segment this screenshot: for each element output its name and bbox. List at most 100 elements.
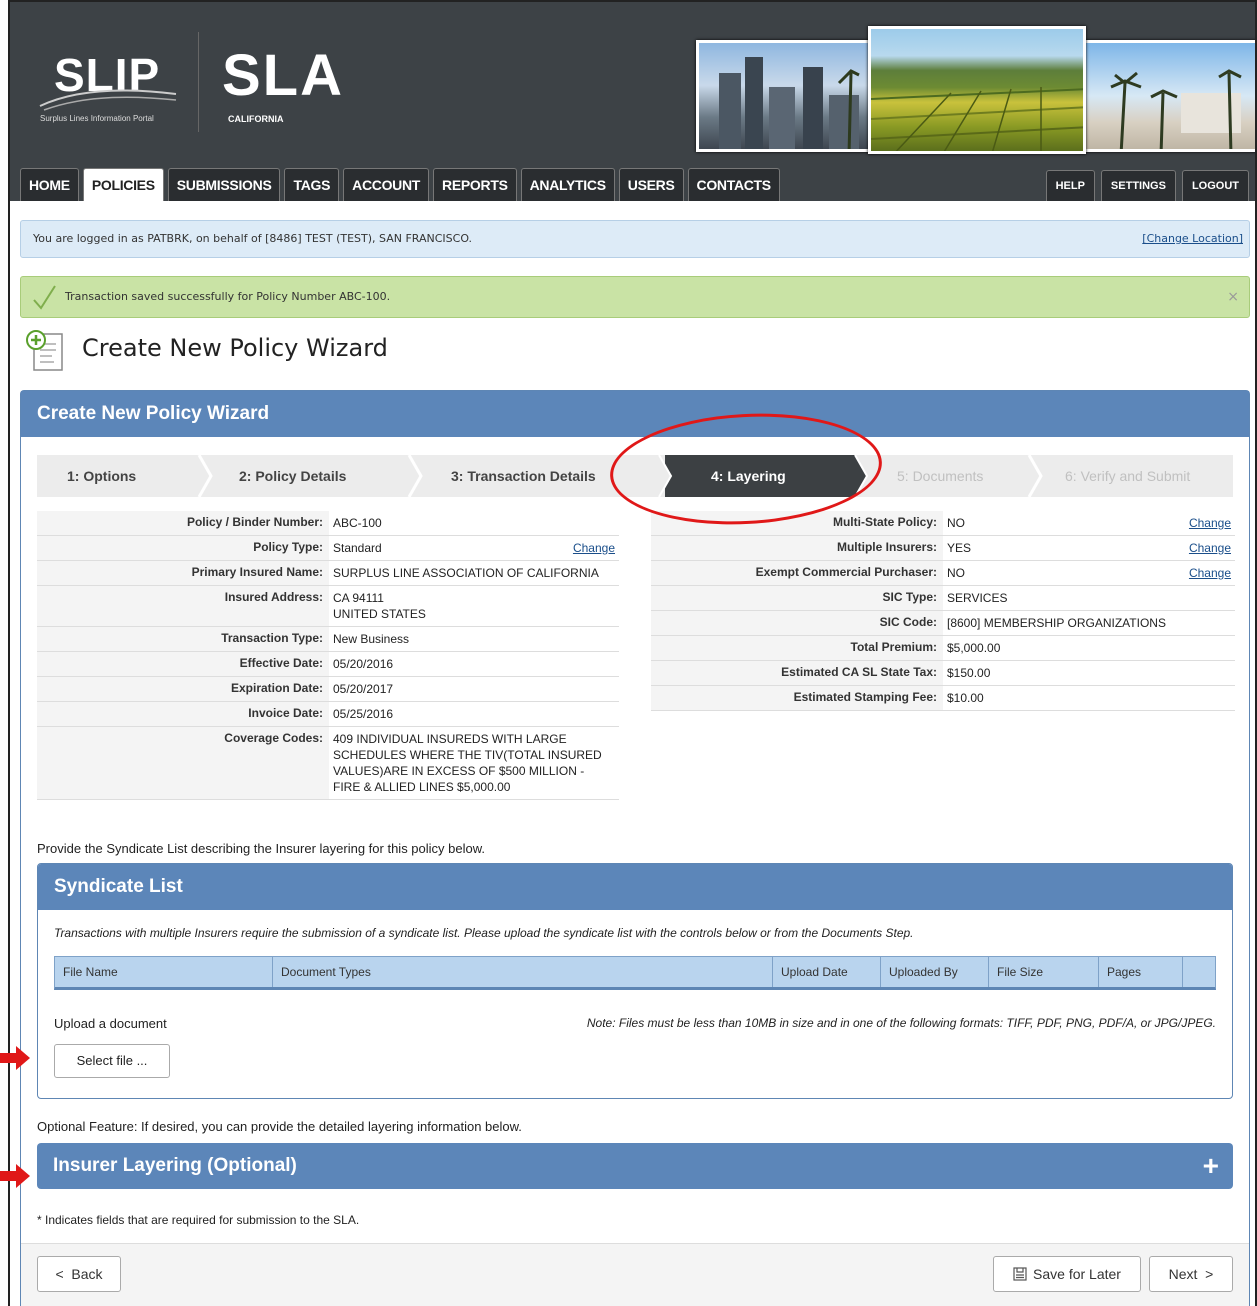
vineyard-photo: [868, 26, 1086, 154]
detail-row: Policy / Binder Number: ABC-100: [37, 511, 619, 536]
change-exempt-purchaser-link[interactable]: Change: [1189, 565, 1231, 581]
site-header: SLIP Surplus Lines Information Portal SL…: [10, 2, 1255, 201]
detail-value: SURPLUS LINE ASSOCIATION OF CALIFORNIA: [329, 561, 619, 585]
detail-row: Primary Insured Name: SURPLUS LINE ASSOCI…: [37, 561, 619, 586]
page-title: Create New Policy Wizard: [82, 334, 388, 362]
column-header-document-types[interactable]: Document Types: [273, 957, 773, 987]
detail-label: Estimated Stamping Fee:: [651, 686, 943, 710]
nav-tab-users[interactable]: USERS: [618, 168, 684, 201]
detail-row: Effective Date: 05/20/2016: [37, 652, 619, 677]
detail-value: [8600] MEMBERSHIP ORGANIZATIONS: [943, 611, 1235, 635]
checkmark-icon: [33, 285, 56, 310]
nav-tab-account[interactable]: ACCOUNT: [343, 168, 430, 201]
close-icon[interactable]: ×: [1227, 277, 1239, 317]
layering-prompt: Optional Feature: If desired, you can pr…: [37, 1119, 522, 1134]
syndicate-prompt: Provide the Syndicate List describing th…: [37, 841, 486, 856]
detail-value: 409 INDIVIDUAL INSUREDS WITH LARGE SCHED…: [329, 727, 619, 799]
change-location-link[interactable]: [Change Location]: [1142, 221, 1243, 257]
change-multistate-link[interactable]: Change: [1189, 515, 1231, 531]
detail-label: Effective Date:: [37, 652, 329, 676]
step-options[interactable]: 1: Options: [37, 455, 205, 497]
detail-row: Estimated Stamping Fee: $10.00: [651, 686, 1235, 711]
city-skyline-icon: [719, 57, 860, 149]
swoosh-icon: [39, 89, 177, 111]
palm-trees-icon: [1110, 69, 1242, 149]
sla-logo[interactable]: SLA CALIFORNIA: [218, 42, 358, 132]
nav-tab-submissions[interactable]: SUBMISSIONS: [167, 168, 281, 201]
column-header-uploaded-by[interactable]: Uploaded By: [881, 957, 989, 987]
detail-row: Total Premium: $5,000.00: [651, 636, 1235, 661]
step-documents[interactable]: 5: Documents: [855, 455, 1035, 497]
expand-plus-icon[interactable]: +: [1203, 1143, 1219, 1189]
slip-tagline: Surplus Lines Information Portal: [40, 114, 154, 123]
success-text: Transaction saved successfully for Polic…: [65, 290, 391, 303]
column-header-actions: [1183, 957, 1215, 987]
success-alert: Transaction saved successfully for Polic…: [20, 276, 1250, 318]
step-verify-submit[interactable]: 6: Verify and Submit: [1035, 455, 1233, 497]
upload-label: Upload a document: [54, 1016, 167, 1031]
login-info-text: You are logged in as PATBRK, on behalf o…: [33, 232, 473, 245]
beach-photo: [1078, 40, 1255, 152]
detail-row: Estimated CA SL State Tax: $150.00: [651, 661, 1235, 686]
detail-value: Standard Change: [329, 536, 619, 560]
syndicate-list-panel: Syndicate List Transactions with multipl…: [37, 863, 1233, 1099]
column-header-pages[interactable]: Pages: [1099, 957, 1183, 987]
column-header-file-size[interactable]: File Size: [989, 957, 1099, 987]
panel-title: Create New Policy Wizard: [21, 391, 1249, 437]
detail-row: Coverage Codes: 409 INDIVIDUAL INSUREDS W…: [37, 727, 619, 800]
policy-details-right: Multi-State Policy: NO Change Multiple Ins…: [651, 511, 1235, 711]
city-photo: [696, 40, 876, 152]
detail-label: Coverage Codes:: [37, 727, 329, 799]
syndicate-title: Syndicate List: [38, 864, 1232, 910]
step-separator-icon: [197, 455, 213, 497]
chevron-left-icon: <: [55, 1266, 72, 1282]
detail-value: New Business: [329, 627, 619, 651]
detail-label: Expiration Date:: [37, 677, 329, 701]
detail-label: Estimated CA SL State Tax:: [651, 661, 943, 685]
wizard-footer: < Back Save for Later Next >: [21, 1243, 1249, 1306]
next-button[interactable]: Next >: [1149, 1256, 1233, 1292]
nav-tab-tags[interactable]: TAGS: [284, 168, 340, 201]
change-policy-type-link[interactable]: Change: [573, 540, 615, 556]
detail-label: Insured Address:: [37, 586, 329, 626]
nav-tab-analytics[interactable]: ANALYTICS: [520, 168, 615, 201]
detail-row: SIC Code: [8600] MEMBERSHIP ORGANIZATIONS: [651, 611, 1235, 636]
back-button[interactable]: < Back: [37, 1256, 121, 1292]
save-for-later-button[interactable]: Save for Later: [993, 1256, 1141, 1292]
select-file-button[interactable]: Select file ...: [54, 1044, 170, 1078]
column-header-upload-date[interactable]: Upload Date: [773, 957, 881, 987]
sla-logo-text: SLA: [222, 43, 344, 108]
detail-label: Total Premium:: [651, 636, 943, 660]
annotation-arrow-icon: [0, 1046, 30, 1070]
nav-tab-home[interactable]: HOME: [20, 168, 79, 201]
insurer-layering-header[interactable]: Insurer Layering (Optional) +: [37, 1143, 1233, 1189]
policy-details-left: Policy / Binder Number: ABC-100 Policy Ty…: [37, 511, 619, 800]
detail-row: Multiple Insurers: YES Change: [651, 536, 1235, 561]
detail-label: Policy / Binder Number:: [37, 511, 329, 535]
detail-row: Policy Type: Standard Change: [37, 536, 619, 561]
detail-value: NO Change: [943, 511, 1235, 535]
detail-row: Exempt Commercial Purchaser: NO Change: [651, 561, 1235, 586]
detail-label: SIC Code:: [651, 611, 943, 635]
nav-tab-contacts[interactable]: CONTACTS: [687, 168, 780, 201]
change-multiple-insurers-link[interactable]: Change: [1189, 540, 1231, 556]
detail-label: Multiple Insurers:: [651, 536, 943, 560]
nav-tab-logout[interactable]: LOGOUT: [1181, 170, 1249, 201]
detail-row: Expiration Date: 05/20/2017: [37, 677, 619, 702]
insurer-layering-title: Insurer Layering (Optional): [53, 1155, 297, 1176]
nav-tab-policies[interactable]: POLICIES: [82, 168, 164, 201]
detail-row: SIC Type: SERVICES: [651, 586, 1235, 611]
detail-value: YES Change: [943, 536, 1235, 560]
nav-tab-settings[interactable]: SETTINGS: [1100, 170, 1176, 201]
detail-label: Primary Insured Name:: [37, 561, 329, 585]
step-policy-details[interactable]: 2: Policy Details: [205, 455, 415, 497]
login-info-bar: You are logged in as PATBRK, on behalf o…: [20, 220, 1250, 258]
slip-logo[interactable]: SLIP Surplus Lines Information Portal: [32, 40, 182, 130]
upload-note: Note: Files must be less than 10MB in si…: [586, 1016, 1216, 1030]
nav-tab-reports[interactable]: REPORTS: [433, 168, 517, 201]
column-header-file-name[interactable]: File Name: [55, 957, 273, 987]
detail-value: $5,000.00: [943, 636, 1235, 660]
detail-row: Invoice Date: 05/25/2016: [37, 702, 619, 727]
detail-value: ABC-100: [329, 511, 619, 535]
nav-tab-help[interactable]: HELP: [1045, 170, 1095, 201]
